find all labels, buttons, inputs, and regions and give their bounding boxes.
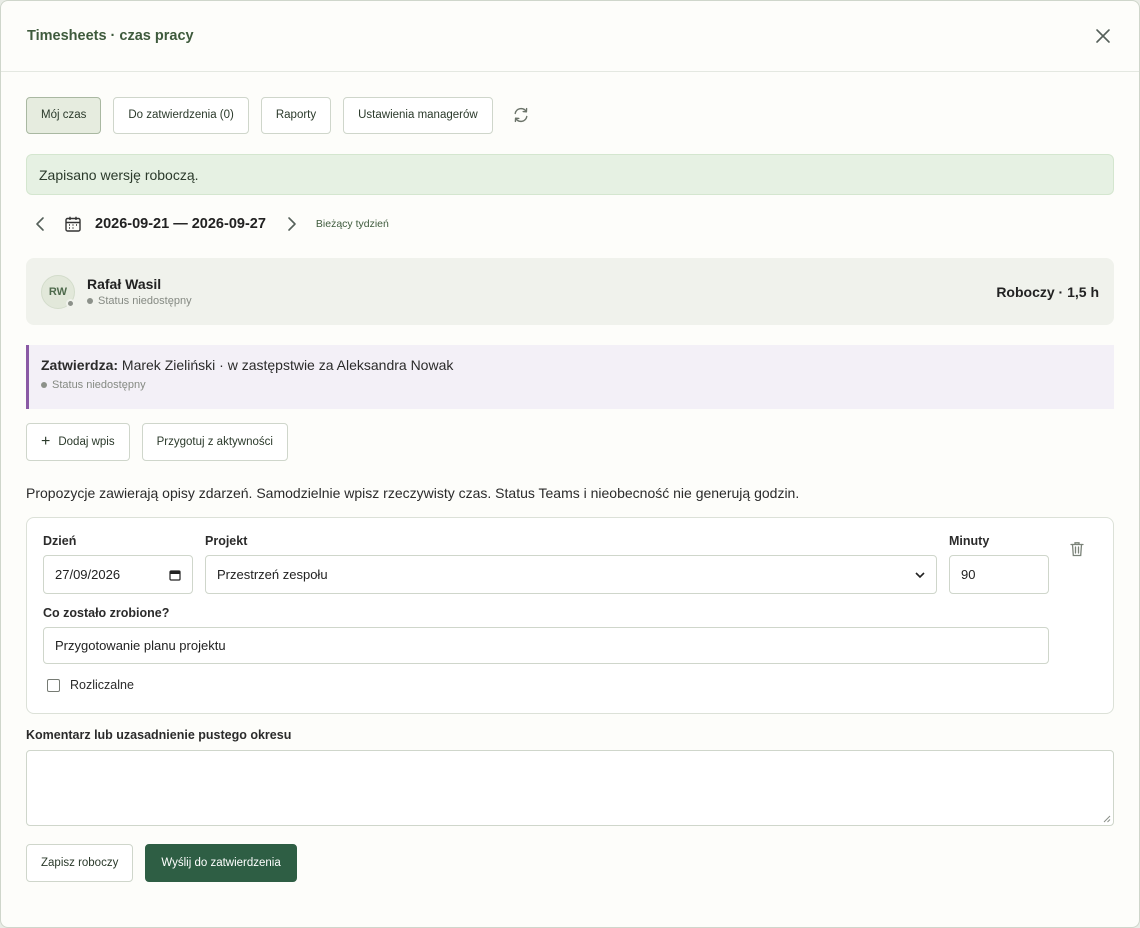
project-label: Projekt xyxy=(205,534,248,548)
comment-label: Komentarz lub uzasadnienie pustego okres… xyxy=(26,728,292,742)
billable-label: Rozliczalne xyxy=(70,678,134,692)
week-navigator: 2026-09-21 — 2026-09-27 Bieżący tydzień xyxy=(26,209,1114,239)
tab-to-approve[interactable]: Do zatwierdzenia (0) xyxy=(113,96,249,134)
trash-icon[interactable] xyxy=(1067,539,1087,559)
minutes-value: 90 xyxy=(961,567,976,582)
refresh-icon[interactable] xyxy=(507,101,535,129)
submit-for-approval-button[interactable]: Wyślij do zatwierdzenia xyxy=(145,844,297,882)
approver-status: Status niedostępny xyxy=(52,379,146,391)
time-entry-card: Dzień 27/09/2026 Projekt Przestrzeń zesp… xyxy=(26,517,1114,714)
chevron-right-icon[interactable] xyxy=(278,210,306,238)
plus-icon: + xyxy=(41,433,51,450)
calendar-icon xyxy=(64,215,84,233)
done-input[interactable]: Przygotowanie planu projektu xyxy=(43,627,1049,664)
approver-label: Zatwierdza: xyxy=(41,357,119,373)
week-range: 2026-09-21 — 2026-09-27 xyxy=(95,216,266,232)
dialog-title: Timesheets · czas pracy xyxy=(27,28,194,44)
tab-reports[interactable]: Raporty xyxy=(260,96,332,134)
user-name: Rafał Wasil xyxy=(87,276,162,292)
tab-my-time[interactable]: Mój czas xyxy=(26,96,102,134)
avatar-initials: RW xyxy=(48,285,68,298)
user-status: Status niedostępny xyxy=(98,295,192,307)
add-entry-button[interactable]: + Dodaj wpis xyxy=(26,423,130,461)
dialog-header: Timesheets · czas pracy xyxy=(1,1,1139,72)
day-value: 27/09/2026 xyxy=(55,567,121,582)
resize-handle-icon xyxy=(1103,815,1111,823)
status-dot xyxy=(87,298,93,304)
timesheet-dialog: Timesheets · czas pracy Mój czas Do zatw… xyxy=(0,0,1140,928)
billable-checkbox[interactable] xyxy=(47,678,60,692)
day-date-input[interactable]: 27/09/2026 xyxy=(43,555,193,594)
chevron-down-icon xyxy=(915,571,925,578)
timesheet-summary: Roboczy · 1,5 h xyxy=(996,283,1099,300)
chevron-left-icon[interactable] xyxy=(26,210,54,238)
info-text: Propozycje zawierają opisy zdarzeń. Samo… xyxy=(26,485,800,501)
project-value: Przestrzeń zespołu xyxy=(217,567,328,582)
tab-manager-settings[interactable]: Ustawienia managerów xyxy=(343,96,493,134)
presence-dot xyxy=(66,298,75,308)
tab-bar: Mój czas Do zatwierdzenia (0) Raporty Us… xyxy=(26,96,1114,134)
comment-textarea[interactable] xyxy=(26,750,1114,826)
avatar: RW xyxy=(41,274,75,309)
approver-panel: Zatwierdza: Marek Zieliński · w zastępst… xyxy=(26,345,1114,409)
alert-text: Zapisano wersję roboczą. xyxy=(39,166,199,183)
day-label: Dzień xyxy=(43,534,77,548)
calendar-icon xyxy=(169,569,181,581)
current-week-link[interactable]: Bieżący tydzień xyxy=(316,218,389,230)
project-select[interactable]: Przestrzeń zespołu xyxy=(205,555,937,594)
done-label: Co zostało zrobione? xyxy=(43,606,170,620)
add-entry-label: Dodaj wpis xyxy=(58,436,115,448)
save-draft-button[interactable]: Zapisz roboczy xyxy=(26,844,134,882)
minutes-input[interactable]: 90 xyxy=(949,555,1049,594)
done-value: Przygotowanie planu projektu xyxy=(55,638,226,653)
close-icon[interactable] xyxy=(1091,24,1115,48)
minutes-label: Minuty xyxy=(949,534,990,548)
user-card: RW Rafał Wasil Status niedostępny Robocz… xyxy=(26,258,1114,325)
save-alert: Zapisano wersję roboczą. xyxy=(26,154,1114,195)
approver-text: Marek Zieliński · w zastępstwie za Aleks… xyxy=(118,357,454,373)
status-dot xyxy=(41,382,47,388)
prepare-from-activity-button[interactable]: Przygotuj z aktywności xyxy=(141,423,288,461)
